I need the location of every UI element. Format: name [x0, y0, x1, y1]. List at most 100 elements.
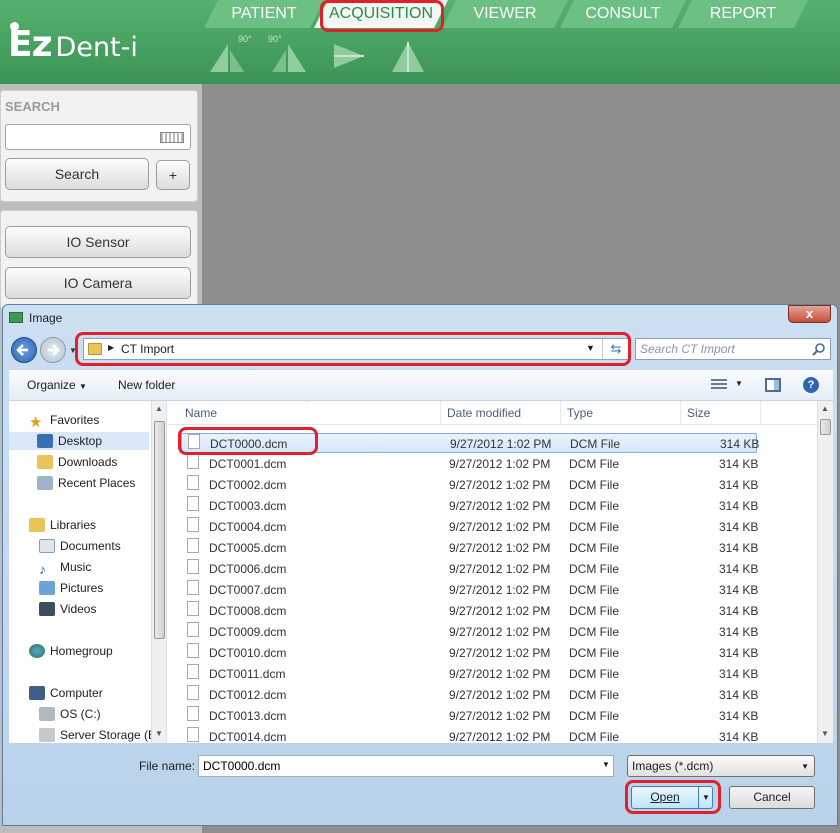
file-name-dropdown-icon[interactable]: ▼ [602, 760, 610, 769]
file-row[interactable]: DCT0001.dcm 9/27/2012 1:02 PM DCM File 314 … [181, 454, 758, 474]
scroll-down-icon[interactable]: ▼ [155, 729, 163, 738]
nav-videos[interactable]: Videos [39, 600, 96, 618]
file-row[interactable]: DCT0003.dcm 9/27/2012 1:02 PM DCM File 314 … [181, 496, 758, 516]
tool-badge: 90° [268, 34, 282, 44]
back-arrow-icon [16, 344, 28, 356]
new-folder-button[interactable]: New folder [118, 378, 175, 392]
nav-label: Desktop [58, 434, 103, 448]
file-row[interactable]: DCT0000.dcm 9/27/2012 1:02 PM DCM File 314 … [181, 433, 759, 453]
open-split-dropdown-icon[interactable]: ▼ [698, 787, 713, 808]
view-dropdown-icon[interactable]: ▼ [735, 379, 743, 388]
nav-label: Downloads [58, 455, 118, 469]
nav-favorites[interactable]: ★ Favorites [29, 411, 99, 431]
address-path[interactable]: CT Import [121, 342, 174, 356]
file-name: DCT0005.dcm [209, 541, 287, 555]
back-button[interactable] [11, 337, 37, 363]
file-row[interactable]: DCT0004.dcm 9/27/2012 1:02 PM DCM File 314 … [181, 517, 758, 537]
tab-report[interactable]: REPORT [678, 0, 808, 28]
column-header-size[interactable]: Size [681, 401, 761, 425]
dcm-file-icon [188, 434, 200, 449]
scroll-up-icon[interactable]: ▲ [155, 404, 163, 413]
help-icon[interactable]: ? [803, 377, 819, 393]
nav-scrollbar[interactable]: ▲ ▼ [151, 401, 166, 743]
refresh-icon[interactable]: ⇆ [602, 339, 629, 359]
nav-label: Libraries [50, 518, 97, 532]
io-sensor-button[interactable]: IO Sensor [5, 226, 191, 258]
file-row[interactable]: DCT0005.dcm 9/27/2012 1:02 PM DCM File 314 … [181, 538, 758, 558]
io-camera-button[interactable]: IO Camera [5, 267, 191, 299]
nav-recent-places[interactable]: Recent Places [37, 474, 135, 492]
device-panel: IO Sensor IO Camera [0, 210, 198, 310]
io-sensor-label: IO Sensor [66, 234, 130, 250]
flip-vertical-tool[interactable] [388, 38, 428, 74]
column-header-type[interactable]: Type [561, 401, 681, 425]
forward-button[interactable] [40, 337, 66, 363]
nav-downloads[interactable]: Downloads [37, 453, 117, 471]
file-row[interactable]: DCT0008.dcm 9/27/2012 1:02 PM DCM File 314 … [181, 601, 758, 621]
music-icon: ♪ [39, 561, 46, 577]
open-button[interactable]: Open ▼ [631, 786, 713, 809]
nav-libraries[interactable]: Libraries [29, 516, 96, 534]
file-row[interactable]: DCT0011.dcm 9/27/2012 1:02 PM DCM File 314 … [181, 664, 758, 684]
close-button[interactable]: x [788, 305, 831, 323]
cancel-button-label: Cancel [753, 790, 791, 804]
tab-viewer[interactable]: VIEWER [442, 0, 568, 28]
file-row[interactable]: DCT0006.dcm 9/27/2012 1:02 PM DCM File 314 … [181, 559, 759, 579]
file-row[interactable]: DCT0013.dcm 9/27/2012 1:02 PM DCM File 314 … [181, 706, 758, 726]
view-options-icon[interactable] [711, 379, 727, 391]
file-type-dropdown-icon: ▼ [801, 762, 809, 771]
rotate-right-tool[interactable]: 90° [268, 34, 308, 74]
file-row[interactable]: DCT0014.dcm 9/27/2012 1:02 PM DCM File 314 … [181, 727, 758, 743]
file-row[interactable]: DCT0012.dcm 9/27/2012 1:02 PM DCM File 314 … [181, 685, 758, 705]
column-header-date[interactable]: Date modified [441, 401, 561, 425]
tab-patient[interactable]: PATIENT [204, 0, 324, 28]
file-list-scrollbar[interactable]: ▲ ▼ [817, 401, 833, 743]
file-date: 9/27/2012 1:02 PM [449, 520, 551, 534]
file-row[interactable]: DCT0002.dcm 9/27/2012 1:02 PM DCM File 314 … [181, 475, 758, 495]
nav-computer[interactable]: Computer [29, 684, 103, 702]
file-size: 314 KB [719, 562, 759, 576]
file-list-header: ^ Name Date modified Type Size [167, 401, 817, 425]
flip-horizontal-tool[interactable] [330, 38, 370, 74]
add-search-button[interactable]: + [156, 160, 190, 190]
nav-desktop[interactable]: Desktop [9, 432, 149, 450]
search-button[interactable]: Search [5, 158, 149, 190]
recent-pages-chevron-icon[interactable]: ▼ [69, 346, 77, 355]
preview-pane-icon[interactable] [765, 378, 781, 392]
organize-menu[interactable]: Organize ▼ [27, 378, 87, 392]
nav-os-drive[interactable]: OS (C:) [39, 705, 101, 723]
column-label: Size [687, 406, 711, 420]
address-dropdown-icon[interactable]: ▼ [586, 343, 595, 353]
io-camera-label: IO Camera [63, 275, 133, 291]
address-bar[interactable]: ▶ CT Import ▼ ⇆ [83, 338, 629, 360]
tool-badge: 90° [238, 34, 252, 44]
nav-server-storage[interactable]: Server Storage (E: [39, 726, 159, 743]
scroll-up-icon[interactable]: ▲ [821, 404, 829, 413]
nav-scroll-thumb[interactable] [154, 421, 165, 639]
file-size: 314 KB [719, 646, 759, 660]
breadcrumb-arrow-icon[interactable]: ▶ [108, 343, 114, 352]
dialog-titlebar[interactable]: Image x [3, 305, 837, 331]
file-type-select[interactable]: Images (*.dcm) ▼ [627, 755, 815, 777]
nav-music[interactable]: ♪ Music [39, 558, 91, 577]
nav-pictures[interactable]: Pictures [39, 579, 103, 597]
rotate-left-tool[interactable]: 90° [208, 34, 252, 74]
scroll-down-icon[interactable]: ▼ [821, 729, 829, 738]
file-type: DCM File [570, 437, 620, 451]
file-row[interactable]: DCT0007.dcm 9/27/2012 1:02 PM DCM File 314 … [181, 580, 758, 600]
file-scroll-thumb[interactable] [820, 419, 831, 435]
nav-homegroup[interactable]: Homegroup [29, 642, 113, 660]
search-icon[interactable] [812, 342, 826, 356]
file-row[interactable]: DCT0009.dcm 9/27/2012 1:02 PM DCM File 314 … [181, 622, 758, 642]
file-row[interactable]: DCT0010.dcm 9/27/2012 1:02 PM DCM File 314 … [181, 643, 759, 663]
file-name-input[interactable] [198, 755, 614, 777]
nav-documents[interactable]: Documents [39, 537, 121, 555]
tab-acquisition[interactable]: ACQUISITION [314, 0, 448, 28]
keyboard-icon[interactable] [160, 132, 184, 143]
search-field[interactable]: Search CT Import [635, 338, 831, 360]
file-date: 9/27/2012 1:02 PM [449, 709, 551, 723]
tab-consult[interactable]: CONSULT [560, 0, 686, 28]
cancel-button[interactable]: Cancel [729, 786, 815, 809]
search-input[interactable] [5, 124, 191, 150]
column-header-name[interactable]: Name [179, 401, 441, 425]
